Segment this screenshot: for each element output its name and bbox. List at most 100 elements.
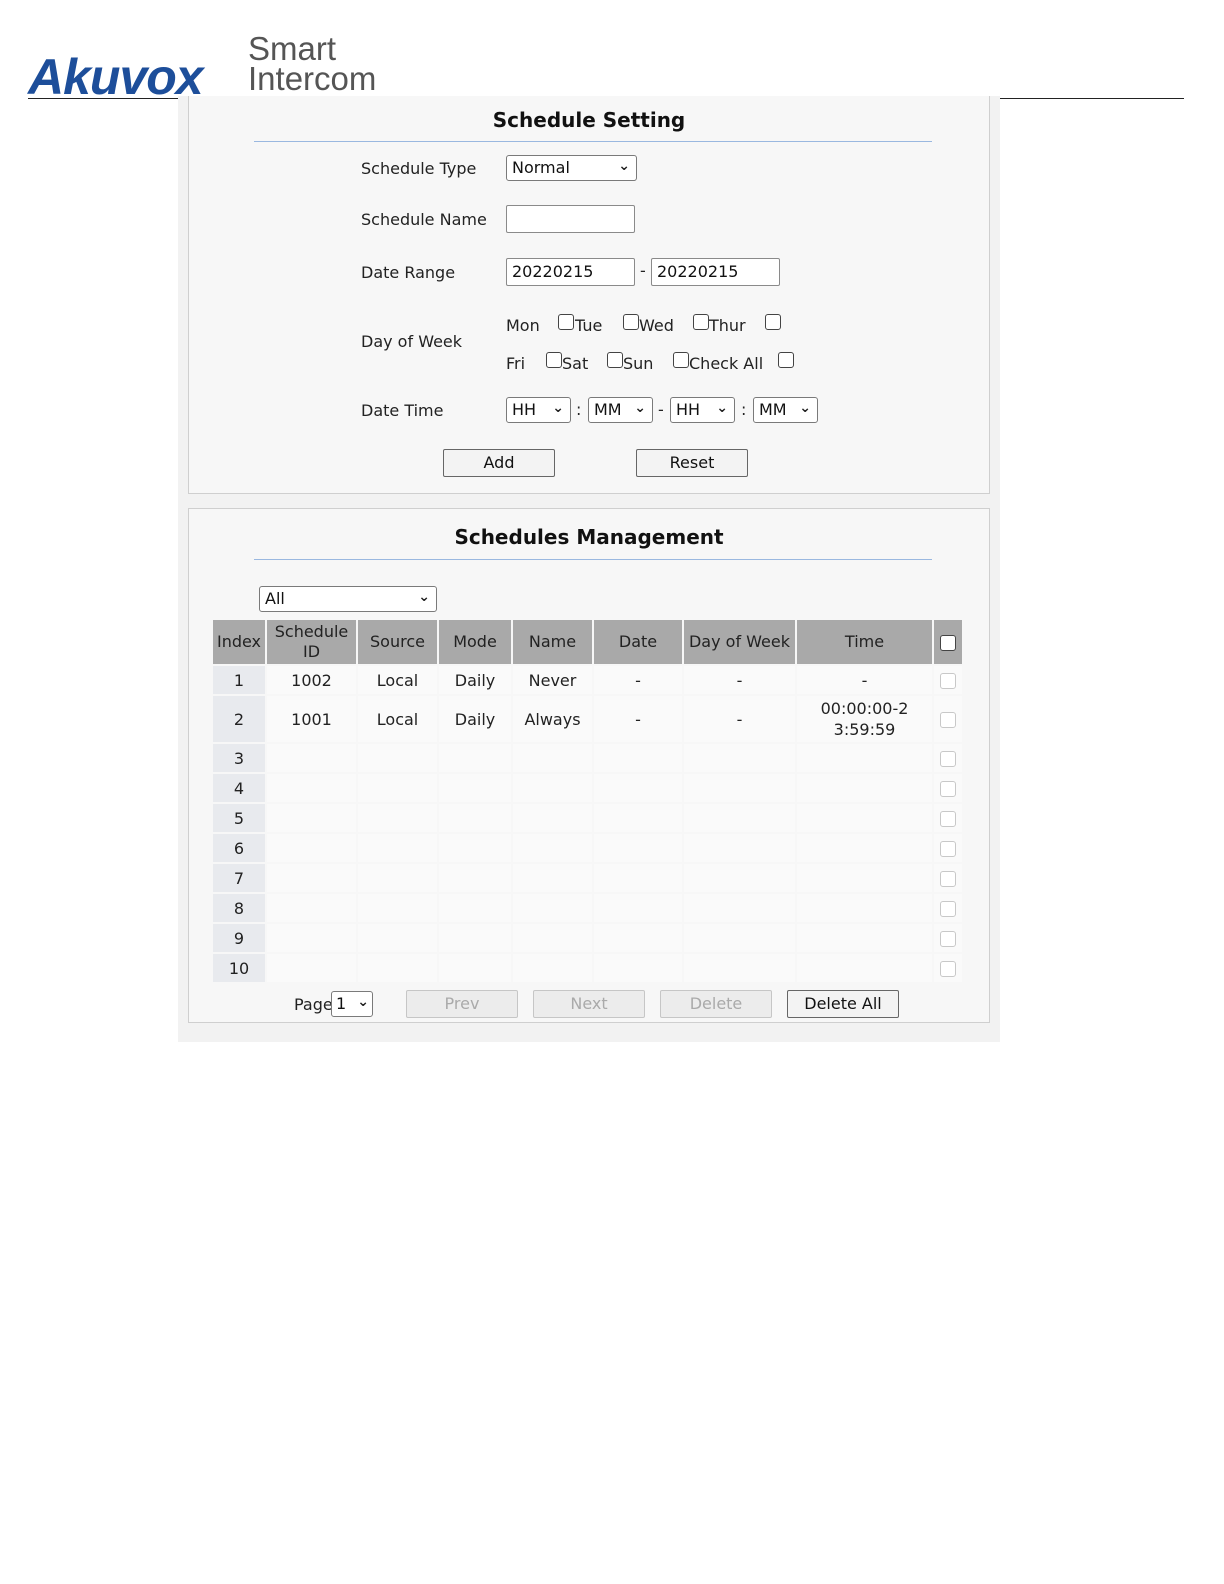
row-mode: Daily [439,666,511,694]
day-tue-checkbox[interactable] [623,314,639,330]
start-minute-select[interactable]: MM ⌄ [588,397,653,423]
row-checkbox-cell [934,924,962,952]
delete-all-button[interactable]: Delete All [787,990,899,1018]
row-time [797,804,932,832]
column-header-mode: Mode [439,620,511,664]
next-button[interactable]: Next [533,990,645,1018]
row-time [797,744,932,772]
row-source [358,864,437,892]
row-checkbox-cell [934,834,962,862]
day-wed-checkbox[interactable] [693,314,709,330]
brand-tagline: Smart Intercom [248,30,377,97]
row-time [797,864,932,892]
day-thur-checkbox[interactable] [765,314,781,330]
row-checkbox-cell [934,696,962,742]
row-source [358,774,437,802]
row-name: Always [513,696,592,742]
row-checkbox[interactable] [940,673,956,689]
row-schedule-id [267,744,356,772]
schedule-name-label: Schedule Name [361,210,487,229]
table-row: 7 [213,864,962,892]
row-checkbox-cell [934,774,962,802]
column-header-time: Time [797,620,932,664]
chevron-down-icon: ⌄ [634,400,646,416]
schedule-name-input[interactable] [506,205,635,233]
select-all-checkbox[interactable] [940,634,956,651]
start-hour-select[interactable]: HH ⌄ [506,397,571,423]
row-date [594,864,682,892]
select-all-cell [934,620,962,664]
date-range-end-input[interactable]: 20220215 [651,258,780,286]
row-index: 6 [213,834,265,862]
reset-button[interactable]: Reset [636,449,748,477]
row-checkbox[interactable] [940,712,956,728]
end-minute-select[interactable]: MM ⌄ [753,397,818,423]
prev-button[interactable]: Prev [406,990,518,1018]
page-label: Page [294,995,333,1014]
row-day-of-week [684,864,795,892]
column-header-source: Source [358,620,437,664]
delete-button[interactable]: Delete [660,990,772,1018]
day-sat-label: Sat [562,354,589,373]
table-row: 10 [213,954,962,982]
row-checkbox[interactable] [940,901,956,917]
day-sat-checkbox[interactable] [607,352,623,368]
table-row: 6 [213,834,962,862]
row-checkbox[interactable] [940,961,956,977]
row-checkbox[interactable] [940,841,956,857]
date-range-start-input[interactable]: 20220215 [506,258,635,286]
row-index: 9 [213,924,265,952]
row-checkbox-cell [934,744,962,772]
row-mode [439,864,511,892]
row-checkbox[interactable] [940,781,956,797]
row-mode [439,924,511,952]
column-header-day-of-week: Day of Week [684,620,795,664]
table-row: 1 1002 Local Daily Never - - - [213,666,962,694]
row-schedule-id [267,774,356,802]
row-day-of-week [684,744,795,772]
column-header-name: Name [513,620,592,664]
row-name [513,954,592,982]
title-divider [254,141,932,142]
day-mon-checkbox[interactable] [558,314,574,330]
table-header-row: Index Schedule ID Source Mode Name Date … [213,620,962,664]
page-select[interactable]: 1 ⌄ [331,991,373,1017]
schedules-management-panel: Schedules Management All ⌄ Index Schedul… [188,508,990,1023]
check-all-checkbox[interactable] [778,352,794,368]
table-row: 9 [213,924,962,952]
row-schedule-id [267,804,356,832]
time-colon: : [741,400,747,419]
day-mon-label: Mon [506,316,540,335]
add-button[interactable]: Add [443,449,555,477]
schedule-type-select[interactable]: Normal ⌄ [506,155,637,181]
row-schedule-id [267,954,356,982]
time-colon: : [576,400,582,419]
row-date [594,924,682,952]
row-time [797,954,932,982]
row-source: Local [358,666,437,694]
row-checkbox[interactable] [940,811,956,827]
schedule-filter-select[interactable]: All ⌄ [259,586,437,612]
day-sun-checkbox[interactable] [673,352,689,368]
row-name [513,834,592,862]
row-source: Local [358,696,437,742]
row-checkbox[interactable] [940,751,956,767]
column-header-index: Index [213,620,265,664]
row-schedule-id [267,894,356,922]
row-checkbox[interactable] [940,871,956,887]
day-fri-checkbox[interactable] [546,352,562,368]
row-name: Never [513,666,592,694]
row-index: 8 [213,894,265,922]
title-divider [254,559,932,560]
row-name [513,744,592,772]
row-schedule-id: 1002 [267,666,356,694]
end-hour-select[interactable]: HH ⌄ [670,397,735,423]
row-name [513,864,592,892]
chevron-down-icon: ⌄ [799,400,811,416]
row-index: 7 [213,864,265,892]
row-source [358,924,437,952]
table-row: 5 [213,804,962,832]
row-name [513,894,592,922]
row-date [594,774,682,802]
row-checkbox[interactable] [940,931,956,947]
